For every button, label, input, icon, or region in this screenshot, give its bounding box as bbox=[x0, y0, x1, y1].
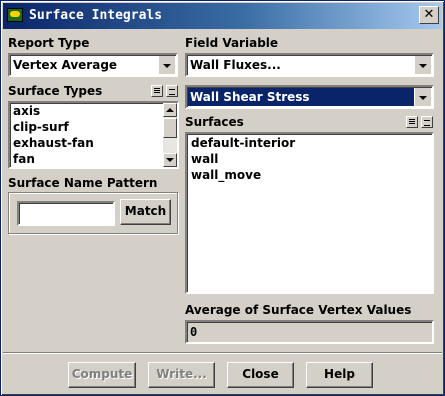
field-variable-category-dropdown[interactable]: Wall Fluxes... bbox=[185, 53, 434, 77]
list-item[interactable]: wall_move bbox=[191, 168, 261, 182]
write-button[interactable]: Write... bbox=[148, 362, 215, 388]
surface-types-scrollbar[interactable] bbox=[163, 103, 177, 167]
close-button[interactable]: Close bbox=[227, 362, 294, 388]
list-item[interactable]: wall bbox=[191, 152, 218, 166]
divider bbox=[3, 352, 442, 354]
app-icon bbox=[7, 8, 23, 22]
dropdown-arrow-icon[interactable] bbox=[159, 56, 175, 74]
report-type-label: Report Type bbox=[8, 36, 90, 50]
report-type-dropdown[interactable]: Vertex Average bbox=[8, 53, 178, 77]
report-type-value: Vertex Average bbox=[13, 58, 118, 72]
field-variable-dropdown[interactable]: Wall Shear Stress bbox=[185, 85, 434, 109]
list-item[interactable]: exhaust-fan bbox=[13, 136, 94, 150]
deselect-all-icon[interactable] bbox=[421, 116, 433, 128]
surface-name-pattern-label: Surface Name Pattern bbox=[8, 176, 158, 190]
close-window-button[interactable]: ✕ bbox=[419, 6, 439, 24]
dropdown-arrow-icon[interactable] bbox=[415, 88, 431, 106]
select-all-icon[interactable] bbox=[151, 85, 163, 97]
list-item[interactable]: axis bbox=[13, 104, 40, 118]
select-all-icon[interactable] bbox=[406, 116, 418, 128]
surfaces-list[interactable]: default-interior wall wall_move bbox=[185, 132, 434, 294]
result-field: 0 bbox=[185, 320, 434, 344]
dropdown-arrow-icon[interactable] bbox=[415, 56, 431, 74]
surface-types-label: Surface Types bbox=[8, 84, 103, 98]
result-value: 0 bbox=[190, 325, 198, 339]
window-title: Surface Integrals bbox=[29, 8, 163, 23]
scroll-up-icon[interactable] bbox=[163, 103, 177, 117]
compute-button[interactable]: Compute bbox=[68, 362, 136, 388]
surface-integrals-dialog: Surface Integrals ✕ Report Type Vertex A… bbox=[0, 0, 445, 396]
field-variable-category-value: Wall Fluxes... bbox=[190, 58, 281, 72]
scroll-down-icon[interactable] bbox=[163, 153, 177, 167]
help-button[interactable]: Help bbox=[306, 362, 373, 388]
match-button[interactable]: Match bbox=[120, 199, 171, 225]
title-bar[interactable]: Surface Integrals ✕ bbox=[3, 3, 442, 29]
deselect-all-icon[interactable] bbox=[166, 85, 178, 97]
surface-name-pattern-input[interactable] bbox=[17, 201, 115, 226]
field-variable-value: Wall Shear Stress bbox=[188, 88, 414, 106]
list-item[interactable]: clip-surf bbox=[13, 120, 69, 134]
surface-types-list[interactable]: axis clip-surf exhaust-fan fan bbox=[8, 101, 179, 169]
list-item[interactable]: default-interior bbox=[191, 136, 295, 150]
field-variable-label: Field Variable bbox=[185, 36, 279, 50]
surfaces-label: Surfaces bbox=[185, 115, 244, 129]
list-item[interactable]: fan bbox=[13, 152, 35, 166]
scroll-thumb[interactable] bbox=[163, 118, 177, 138]
result-label: Average of Surface Vertex Values bbox=[185, 303, 412, 317]
